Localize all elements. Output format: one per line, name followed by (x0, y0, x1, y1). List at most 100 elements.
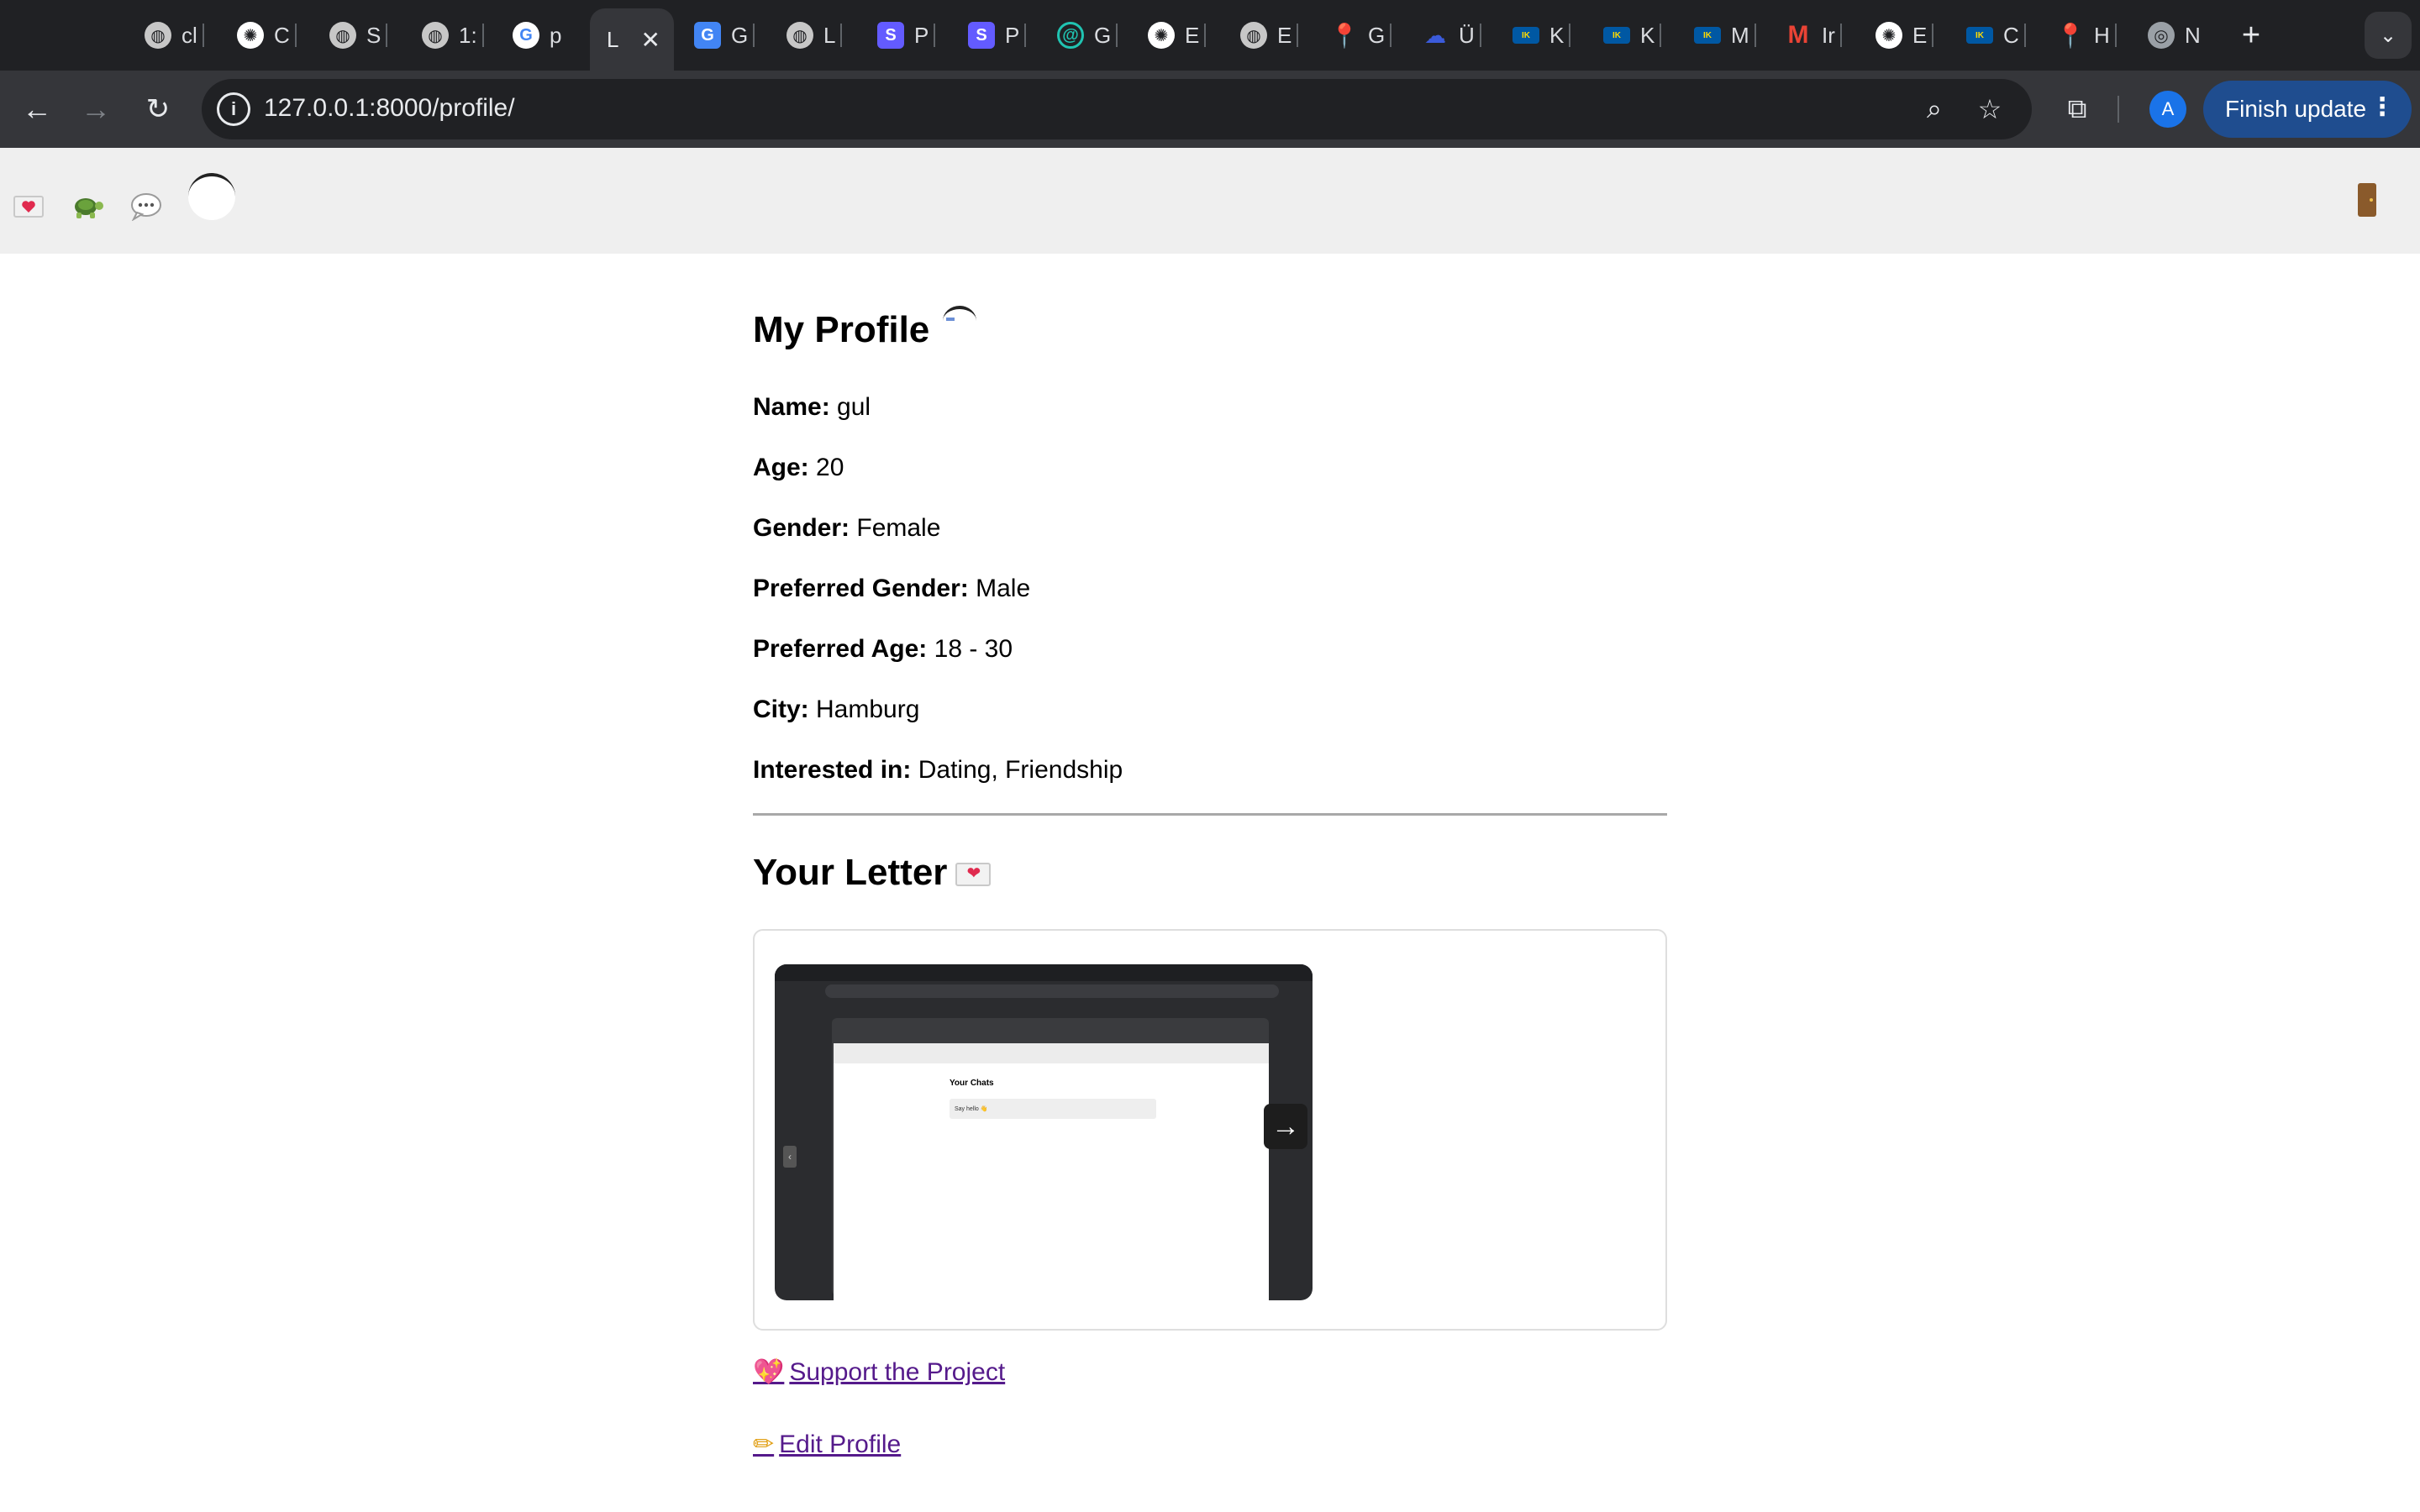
tab[interactable]: ◍ S (329, 15, 388, 55)
tab-separator (934, 24, 936, 47)
tab[interactable]: ✺ E (1148, 15, 1207, 55)
tab-title: E (1185, 22, 1200, 48)
zoom-icon[interactable]: ⌕ (1916, 91, 1953, 128)
tab-separator (1932, 24, 1934, 47)
tab-title: H (2094, 22, 2110, 48)
tab[interactable]: G p (513, 15, 561, 55)
turtle-icon[interactable] (67, 186, 108, 227)
tab[interactable]: ◎ N (2148, 15, 2201, 55)
tab-separator (1116, 24, 1118, 47)
tab-title: C (274, 22, 290, 48)
tab[interactable]: ◍ cl (145, 15, 204, 55)
tab-search-button[interactable]: ⌄ (2365, 12, 2412, 59)
sparkling-heart-icon: 💖 (753, 1358, 785, 1386)
tab-title: p (550, 22, 562, 48)
tab[interactable]: IK K (1512, 15, 1571, 55)
door-icon[interactable] (2358, 183, 2376, 217)
tab[interactable]: G G (694, 15, 755, 55)
thumbnail-nav (834, 1043, 1269, 1063)
new-tab-button[interactable]: + (2231, 15, 2271, 55)
speech-bubble-icon[interactable] (126, 186, 166, 227)
tab-title: 1: (459, 22, 477, 48)
more-menu-icon[interactable]: ⋮ (2370, 92, 2395, 122)
tab-title: P (914, 22, 929, 48)
tab[interactable]: IK C (1966, 15, 2026, 55)
tab-title: E (1912, 22, 1928, 48)
page-title: My Profile (753, 309, 930, 350)
openai-icon: ✺ (237, 22, 264, 49)
tab-separator (386, 24, 388, 47)
openai-icon: ✺ (1148, 22, 1175, 49)
profile-field-preferred-age: Preferred Age: 18 - 30 (753, 635, 1013, 664)
tab[interactable]: ☁ Ü (1422, 15, 1481, 55)
back-button[interactable]: ← (15, 87, 59, 131)
tab[interactable]: 📍 H (2056, 15, 2117, 55)
tab-active[interactable]: L ✕ (590, 8, 674, 71)
browser-tab-strip: ◍ cl ✺ C ◍ S ◍ 1: G p L ✕ G G ◍ L S P S (0, 0, 2420, 71)
tab[interactable]: ✺ C (237, 15, 297, 55)
thumbnail-prev-arrow: ‹ (783, 1146, 797, 1168)
profile-field-city: City: Hamburg (753, 696, 919, 724)
field-label: Gender: (753, 514, 850, 542)
address-bar[interactable]: i 127.0.0.1:8000/profile/ ⌕ ☆ (202, 79, 2032, 139)
finish-update-label: Finish update (2225, 96, 2367, 122)
tab[interactable]: 📍 G (1329, 15, 1392, 55)
tab[interactable]: S P (968, 15, 1027, 55)
field-value: 18 - 30 (934, 635, 1013, 663)
letter-card: Your Chats Say hello 👋 ‹ → (753, 929, 1667, 1331)
tab-title: cl (182, 22, 197, 48)
tab-separator (481, 24, 484, 47)
chrome-icon: ◎ (2148, 22, 2175, 49)
edit-profile-link[interactable]: ✏ Edit Profile (753, 1430, 901, 1459)
letter-heart-icon[interactable] (8, 186, 49, 227)
letter-heart-icon (955, 863, 992, 887)
profile-avatar[interactable]: A (2149, 91, 2186, 128)
profile-field-gender: Gender: Female (753, 514, 940, 543)
tab-title: K (1549, 22, 1565, 48)
tab-separator (1839, 24, 1842, 47)
thumbnail-heading: Your Chats (950, 1079, 994, 1088)
profile-field-interests: Interested in: Dating, Friendship (753, 756, 1123, 785)
tab[interactable]: IK M (1694, 15, 1756, 55)
tab-separator (753, 24, 755, 47)
tab-separator (1024, 24, 1027, 47)
tab-separator (2023, 24, 2026, 47)
letter-heading-text: Your Letter (753, 852, 948, 893)
tab-separator (2114, 24, 2117, 47)
maps-pin-icon: 📍 (1329, 22, 1360, 49)
field-value: 20 (816, 454, 844, 481)
avatar[interactable] (188, 173, 235, 220)
next-slide-button[interactable]: → (1264, 1104, 1307, 1149)
tab-separator (294, 24, 297, 47)
forward-button[interactable]: → (74, 87, 118, 131)
ikea-icon: IK (1966, 27, 1993, 44)
profile-avatar-small (943, 306, 976, 336)
finish-update-button[interactable]: Finish update ⋮ (2203, 81, 2412, 138)
tab[interactable]: S P (877, 15, 936, 55)
field-value: gul (837, 393, 871, 421)
field-label: Age: (753, 454, 809, 481)
bookmark-star-icon[interactable]: ☆ (1971, 91, 2008, 128)
tab-separator (1390, 24, 1392, 47)
tab[interactable]: ◍ E (1240, 15, 1299, 55)
reload-button[interactable]: ↻ (136, 87, 180, 131)
tab[interactable]: @ G (1057, 15, 1118, 55)
tab[interactable]: IK K (1603, 15, 1662, 55)
openai-icon: ✺ (1876, 22, 1902, 49)
globe-icon: ◍ (786, 22, 813, 49)
tab-title: L (607, 26, 619, 52)
tab[interactable]: ◍ L (786, 15, 843, 55)
field-value: Dating, Friendship (918, 756, 1123, 784)
tab[interactable]: ◍ 1: (422, 15, 484, 55)
extensions-icon[interactable]: ⧉ (2055, 87, 2099, 131)
tab[interactable]: M Ir (1785, 15, 1842, 55)
field-label: Preferred Gender: (753, 575, 969, 602)
support-project-link[interactable]: 💖 Support the Project (753, 1357, 1005, 1387)
tab-title: G (1094, 22, 1112, 48)
close-icon[interactable]: ✕ (640, 26, 660, 54)
site-info-icon[interactable]: i (217, 92, 250, 126)
tab-title: P (1005, 22, 1020, 48)
url-text[interactable]: 127.0.0.1:8000/profile/ (264, 94, 515, 123)
tab[interactable]: ✺ E (1876, 15, 1934, 55)
thumbnail-address-bar (825, 984, 1279, 998)
